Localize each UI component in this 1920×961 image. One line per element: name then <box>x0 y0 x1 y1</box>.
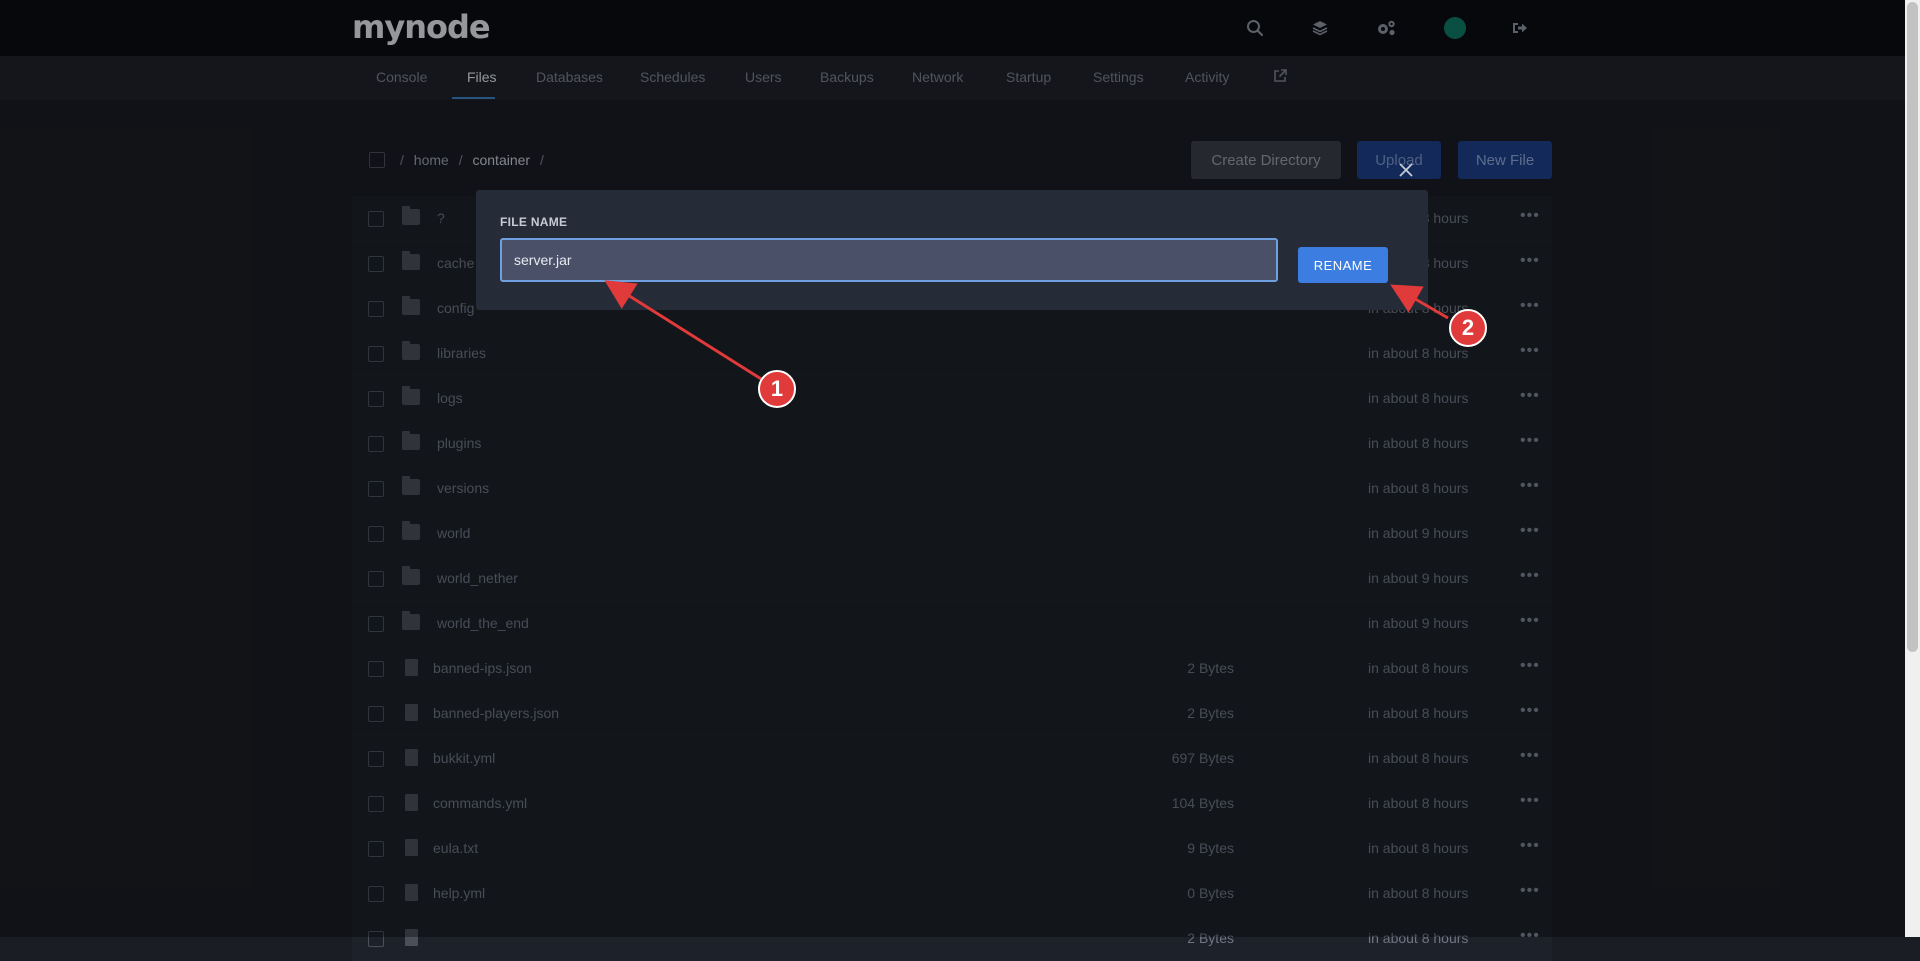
annotation-badge-2: 2 <box>1449 309 1487 347</box>
file-name-label: FILE NAME <box>500 215 568 229</box>
scrollbar-thumb[interactable] <box>1907 2 1918 652</box>
file-name-input[interactable] <box>500 238 1278 282</box>
modal-backdrop[interactable] <box>0 0 1905 937</box>
annotation-badge-1: 1 <box>758 370 796 408</box>
rename-button[interactable]: RENAME <box>1298 247 1388 283</box>
rename-modal: FILE NAME RENAME <box>476 190 1428 310</box>
close-icon[interactable] <box>1397 159 1415 185</box>
